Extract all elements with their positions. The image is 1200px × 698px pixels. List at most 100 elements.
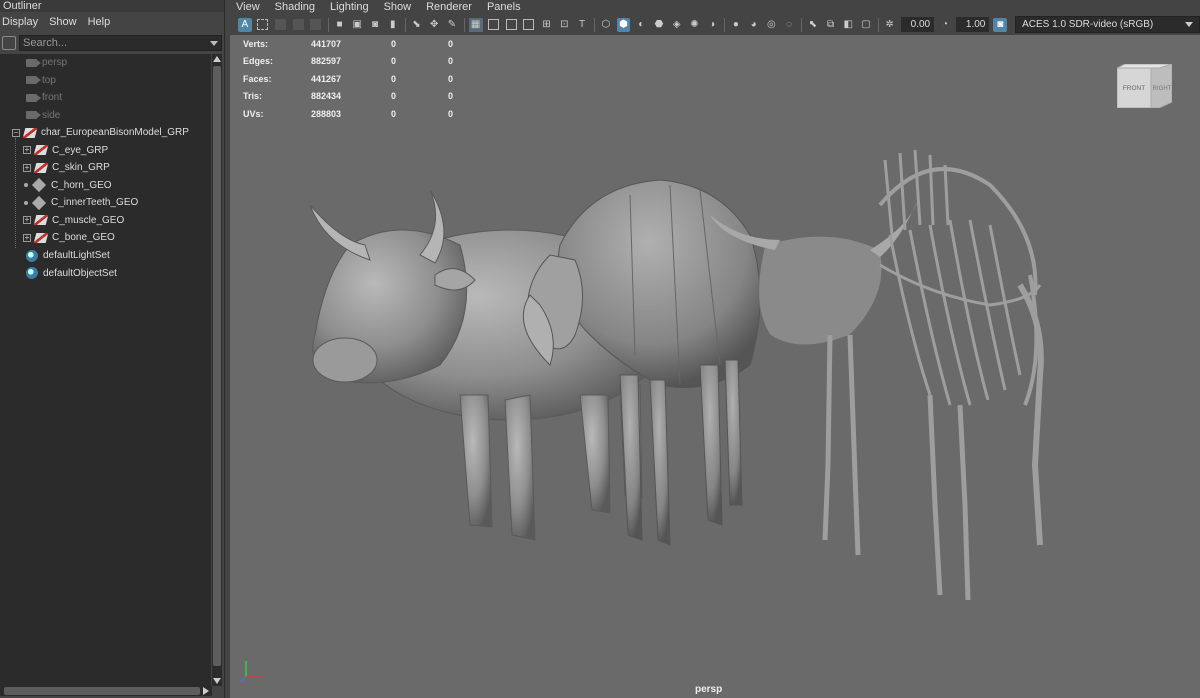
menu-lighting[interactable]: Lighting bbox=[330, 1, 369, 13]
screen-space-ao-icon[interactable]: ● bbox=[729, 18, 743, 32]
film-gate-icon[interactable] bbox=[487, 18, 501, 32]
two-d-pan-icon[interactable]: ✥ bbox=[427, 18, 441, 32]
tree-item-label: top bbox=[42, 74, 56, 86]
scroll-down-icon[interactable] bbox=[213, 678, 221, 684]
view-cube[interactable]: FRONT RIGHT bbox=[1117, 64, 1172, 108]
toolbar-separator bbox=[800, 17, 802, 32]
menu-help[interactable]: Help bbox=[88, 16, 111, 28]
3d-viewport[interactable]: Verts: 441707 0 0 Edges: 882597 0 0 Face… bbox=[230, 35, 1200, 698]
wireframe-icon[interactable]: ⬡ bbox=[599, 18, 613, 32]
multisample-aa-icon[interactable]: ◎ bbox=[764, 18, 778, 32]
camera-attributes-icon[interactable]: ■ bbox=[333, 18, 347, 32]
camera-film-gate-icon[interactable]: ▣ bbox=[350, 18, 364, 32]
expand-toggle-icon[interactable]: + bbox=[23, 163, 31, 172]
chevron-down-icon[interactable] bbox=[1184, 22, 1193, 27]
image-plane-icon[interactable] bbox=[291, 18, 305, 32]
menu-renderer[interactable]: Renderer bbox=[426, 1, 472, 13]
field-guide-icon[interactable]: ⊞ bbox=[540, 18, 554, 32]
tree-item-innerteeth-geo[interactable]: C_innerTeeth_GEO bbox=[21, 194, 138, 211]
search-options-icon[interactable] bbox=[2, 36, 16, 50]
tree-item-front[interactable]: front bbox=[26, 89, 62, 106]
tree-item-top[interactable]: top bbox=[26, 72, 56, 89]
gate-mask-icon[interactable] bbox=[522, 18, 536, 32]
tree-item-muscle-geo[interactable]: + C_muscle_GEO bbox=[23, 212, 124, 229]
xray-icon[interactable]: ⧉ bbox=[824, 18, 838, 32]
leaf-dot-icon bbox=[24, 200, 28, 205]
select-camera-icon[interactable]: A bbox=[238, 17, 252, 32]
bookmark-icon[interactable] bbox=[273, 18, 287, 32]
grease-pencil-icon[interactable] bbox=[309, 18, 323, 32]
lights-icon[interactable]: ✺ bbox=[688, 18, 702, 32]
color-management-icon[interactable]: ◙ bbox=[993, 17, 1008, 32]
group-icon bbox=[33, 232, 49, 243]
scrollbar-thumb[interactable] bbox=[4, 687, 200, 695]
menu-view[interactable]: View bbox=[236, 1, 260, 13]
gamma-field[interactable]: 1.00 bbox=[955, 17, 990, 32]
tree-item-bison-grp[interactable]: − char_EuropeanBisonModel_GRP bbox=[12, 124, 189, 141]
pencil-icon[interactable]: ✎ bbox=[445, 18, 459, 32]
smooth-shade-icon[interactable]: ⬢ bbox=[616, 17, 631, 32]
tree-item-default-light-set[interactable]: defaultLightSet bbox=[26, 247, 110, 264]
tree-item-side[interactable]: side bbox=[26, 107, 60, 124]
shadows-icon[interactable]: ◑ bbox=[705, 18, 719, 32]
camera-icon bbox=[26, 111, 41, 119]
xray-joints-icon[interactable]: ▢ bbox=[859, 18, 873, 32]
chevron-down-icon[interactable] bbox=[210, 40, 218, 46]
resolution-icon[interactable] bbox=[504, 18, 518, 32]
hud-value: 441267 bbox=[311, 73, 342, 84]
scroll-right-icon[interactable] bbox=[203, 687, 209, 695]
vertical-scrollbar[interactable] bbox=[212, 54, 222, 686]
default-material-icon[interactable]: ◐ bbox=[634, 18, 648, 32]
grid-icon[interactable]: ▦ bbox=[468, 17, 483, 32]
scrollbar-thumb[interactable] bbox=[213, 66, 221, 666]
viewcube-right-label: RIGHT bbox=[1153, 86, 1172, 92]
tree-item-eye-grp[interactable]: + C_eye_GRP bbox=[23, 142, 108, 159]
menu-panels[interactable]: Panels bbox=[487, 1, 521, 13]
camera-icon bbox=[26, 76, 41, 84]
tree-item-label: C_horn_GEO bbox=[51, 179, 112, 191]
menu-shading[interactable]: Shading bbox=[275, 1, 315, 13]
scroll-up-icon[interactable] bbox=[213, 56, 221, 62]
toolbar-separator bbox=[724, 17, 726, 32]
exposure-field[interactable]: 0.00 bbox=[900, 17, 935, 32]
gamma-icon[interactable]: ◔ bbox=[938, 18, 952, 32]
tree-item-bone-geo[interactable]: + C_bone_GEO bbox=[23, 229, 115, 246]
expand-toggle-icon[interactable]: + bbox=[23, 216, 31, 224]
outliner-tree: persp top front side − char_EuropeanBiso… bbox=[0, 54, 211, 686]
motion-blur-icon[interactable]: ◕ bbox=[747, 18, 761, 32]
tree-item-horn-geo[interactable]: C_horn_GEO bbox=[21, 177, 112, 194]
tree-item-skin-grp[interactable]: + C_skin_GRP bbox=[23, 159, 110, 176]
hud-value: 0 bbox=[391, 91, 397, 102]
tree-item-default-object-set[interactable]: defaultObjectSet bbox=[26, 265, 117, 282]
hud-key: Edges: bbox=[243, 56, 274, 67]
collapse-toggle-icon[interactable]: − bbox=[12, 128, 20, 137]
horizontal-scrollbar[interactable] bbox=[0, 686, 212, 696]
wireframe-on-shaded-icon[interactable]: ⬣ bbox=[652, 18, 666, 32]
resolution-gate-icon[interactable]: ◙ bbox=[368, 18, 382, 32]
viewport-menubar: View Shading Lighting Show Renderer Pane… bbox=[230, 0, 1200, 14]
colorspace-dropdown[interactable]: ACES 1.0 SDR-video (sRGB) bbox=[1015, 16, 1200, 33]
exposure-icon[interactable]: ✲ bbox=[883, 18, 897, 32]
lock-camera-icon[interactable] bbox=[256, 18, 270, 32]
pan-zoom-icon[interactable]: ⬊ bbox=[410, 18, 424, 32]
expand-toggle-icon[interactable]: + bbox=[23, 146, 31, 154]
colorspace-value: ACES 1.0 SDR-video (sRGB) bbox=[1022, 19, 1154, 30]
menu-show[interactable]: Show bbox=[384, 1, 412, 13]
mesh-icon bbox=[31, 177, 47, 193]
hud-value: 882597 bbox=[311, 56, 342, 67]
menu-display[interactable]: Display bbox=[2, 16, 38, 28]
safe-title-icon[interactable]: T bbox=[575, 18, 589, 32]
tree-item-label: C_skin_GRP bbox=[52, 162, 110, 173]
expand-toggle-icon[interactable]: + bbox=[23, 233, 31, 242]
xray-active-components-icon[interactable]: ◧ bbox=[841, 18, 855, 32]
safe-action-icon[interactable]: ⊡ bbox=[557, 18, 571, 32]
bison-scene-render bbox=[309, 149, 1044, 601]
depth-of-field-icon[interactable]: ◌ bbox=[782, 18, 796, 32]
search-input[interactable]: Search... bbox=[19, 35, 222, 51]
tree-item-label: persp bbox=[42, 57, 68, 68]
textured-icon[interactable]: ◈ bbox=[670, 18, 684, 32]
isolate-select-icon[interactable]: ⬉ bbox=[806, 18, 820, 32]
tree-item-persp[interactable]: persp bbox=[26, 54, 67, 71]
field-chart-icon[interactable]: ▮ bbox=[386, 18, 400, 32]
menu-show[interactable]: Show bbox=[49, 16, 77, 28]
